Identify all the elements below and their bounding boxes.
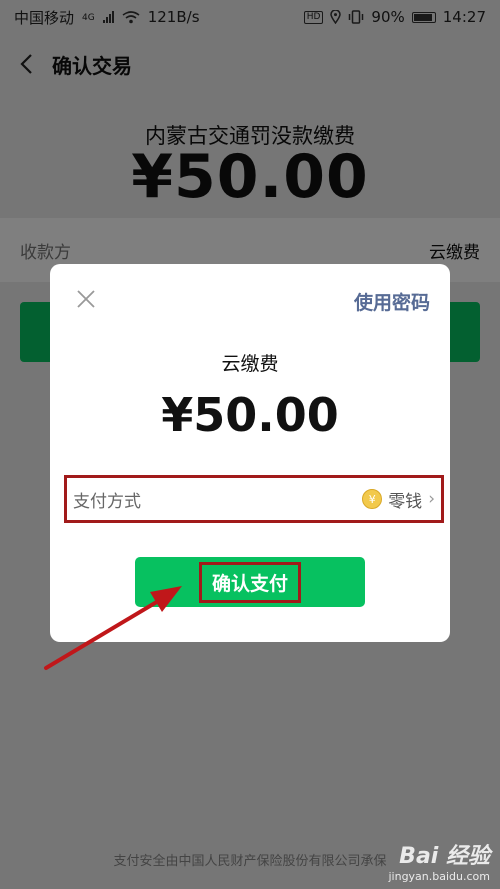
confirm-payment-button[interactable]: 确认支付 bbox=[135, 557, 365, 607]
close-button[interactable] bbox=[72, 286, 100, 314]
use-password-link[interactable]: 使用密码 bbox=[354, 288, 430, 315]
watermark-logo: Bai 经验 bbox=[399, 844, 490, 869]
payment-method-value: 零钱 bbox=[388, 491, 423, 512]
payment-method-row[interactable]: 支付方式 ¥ 零钱 › bbox=[64, 475, 444, 523]
confirm-payment-label: 确认支付 bbox=[198, 561, 301, 603]
dialog-merchant: 云缴费 bbox=[221, 353, 279, 375]
coin-icon: ¥ bbox=[362, 489, 383, 509]
payment-dialog: 使用密码 云缴费 ¥50.00 支付方式 ¥ 零钱 › 确认支付 bbox=[50, 264, 450, 642]
watermark-url: jingyan.baidu.com bbox=[388, 870, 490, 883]
chevron-right-icon: › bbox=[428, 489, 435, 509]
dialog-amount: ¥50.00 bbox=[161, 388, 339, 442]
close-icon bbox=[77, 290, 95, 308]
payment-method-label: 支付方式 bbox=[73, 491, 141, 512]
baidu-jingyan-watermark: Bai 经验 jingyan.baidu.com bbox=[388, 838, 490, 883]
